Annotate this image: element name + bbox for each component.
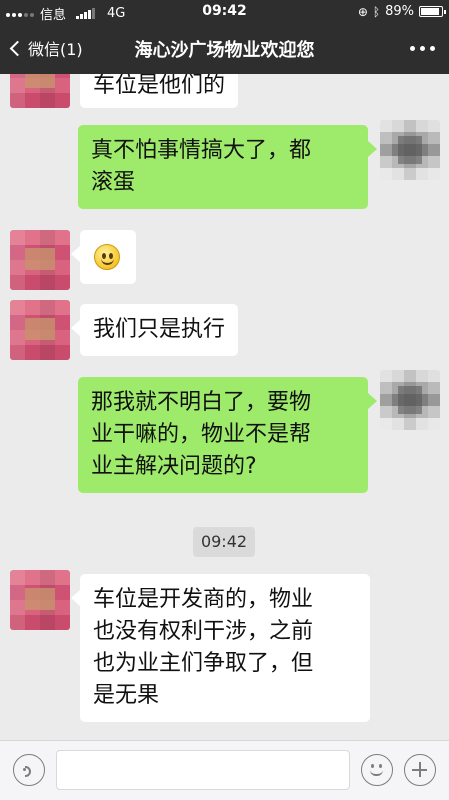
message-bubble[interactable]: 车位是开发商的，物业 也没有权利干涉，之前 也为业主们争取了，但 是无果 (71, 574, 370, 722)
contact-avatar[interactable] (10, 570, 70, 630)
chat-area[interactable]: 车位是他们的 真不怕事情搞大了，都 滚蛋 我们只是执行 那我就不明白了，要物 业… (0, 74, 449, 740)
voice-icon[interactable] (13, 754, 45, 786)
emoji-message-bubble[interactable] (71, 230, 136, 284)
bluetooth-icon: ᛒ (372, 4, 381, 19)
user-avatar[interactable] (380, 370, 440, 430)
more-icon[interactable] (410, 46, 435, 51)
contact-avatar[interactable] (10, 74, 70, 108)
timestamp: 09:42 (193, 527, 255, 557)
plus-icon[interactable] (404, 754, 436, 786)
back-label: 微信(1) (28, 40, 83, 59)
battery-icon (419, 6, 446, 17)
message-bubble[interactable]: 那我就不明白了，要物 业干嘛的，物业不是帮 业主解决问题的? (78, 377, 377, 493)
message-bubble[interactable]: 我们只是执行 (70, 304, 239, 356)
message-text: 车位是他们的 (93, 74, 226, 98)
message-text: 那我就不明白了，要物 业干嘛的，物业不是帮 业主解决问题的? (91, 390, 312, 479)
back-button[interactable]: 微信(1) (6, 36, 83, 60)
orientation-lock-icon: ⊕ (357, 4, 368, 19)
message-bubble[interactable]: 车位是他们的 (80, 74, 239, 108)
user-avatar[interactable] (380, 120, 440, 180)
contact-avatar[interactable] (10, 300, 70, 360)
status-right: ⊕ ᛒ 89% (357, 4, 446, 19)
message-bubble[interactable]: 真不怕事情搞大了，都 滚蛋 (78, 125, 377, 209)
nav-bar: 微信(1) 海心沙广场物业欢迎您 (0, 24, 449, 74)
chevron-left-icon (9, 40, 26, 56)
contact-avatar[interactable] (10, 230, 70, 290)
message-input[interactable] (56, 750, 350, 790)
smiley-icon (94, 244, 120, 270)
input-bar (0, 740, 449, 800)
status-bar: 信息 4G 09:42 ⊕ ᛒ 89% (0, 0, 449, 24)
battery-percent: 89% (385, 4, 414, 19)
battery-fill (421, 8, 439, 15)
message-text: 我们只是执行 (93, 317, 226, 342)
emoji-icon[interactable] (361, 754, 393, 786)
message-text: 真不怕事情搞大了，都 滚蛋 (91, 138, 312, 195)
message-text: 车位是开发商的，物业 也没有权利干涉，之前 也为业主们争取了，但 是无果 (93, 587, 314, 708)
